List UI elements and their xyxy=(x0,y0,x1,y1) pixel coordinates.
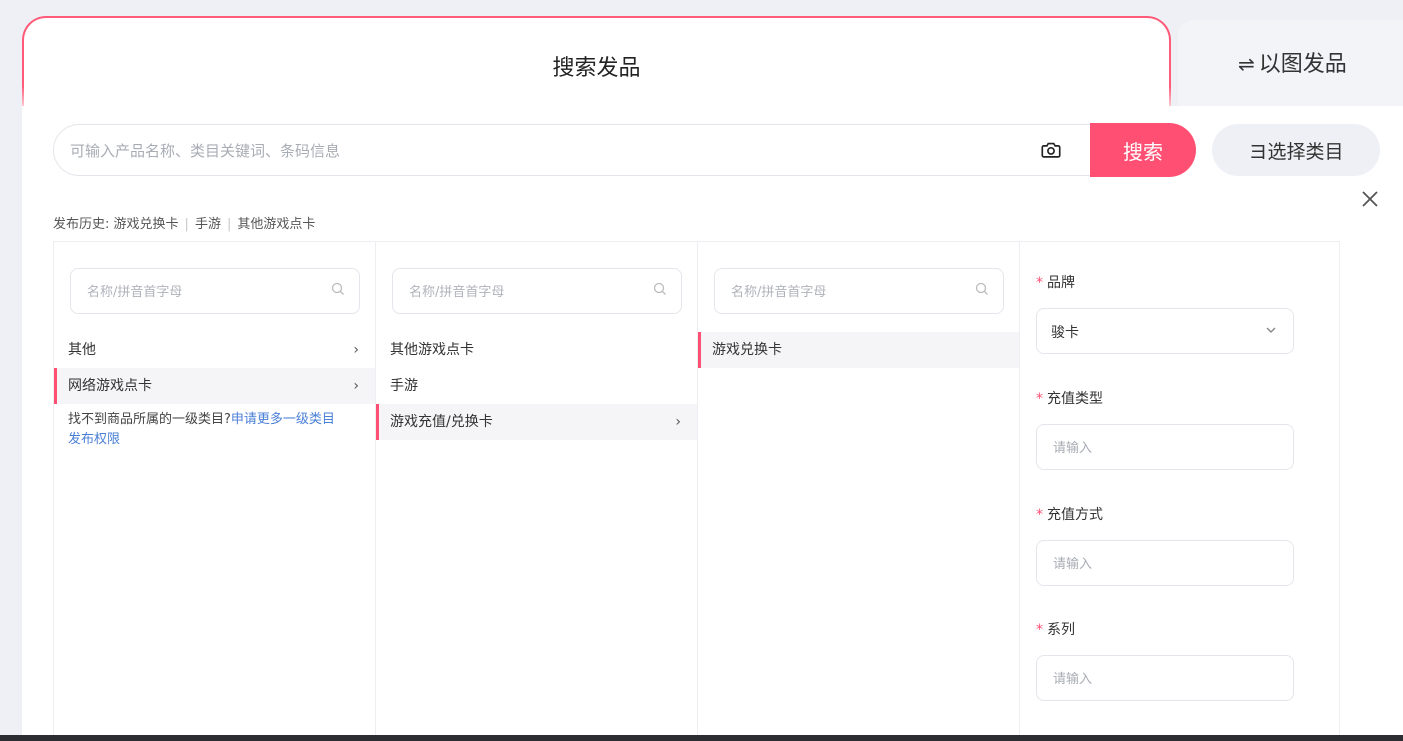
recharge-method-input[interactable] xyxy=(1051,541,1275,587)
publish-history: 发布历史: 游戏兑换卡 | 手游 | 其他游戏点卡 xyxy=(53,217,316,232)
bottom-bar xyxy=(0,735,1403,741)
tab-search-publish[interactable]: 搜索发品 xyxy=(22,16,1171,116)
search-button[interactable]: 搜索 xyxy=(1090,123,1196,177)
attribute-form: *品牌 骏卡 *充值类型 *充值方式 *系列 xyxy=(1020,242,1340,736)
category-columns: 其他› 网络游戏点卡› 找不到商品所属的一级类目?申请更多一级类目发布权限 其他… xyxy=(53,241,1340,736)
recharge-type-label: * 充值类型 xyxy=(1036,391,1103,407)
recharge-method-field xyxy=(1036,540,1294,587)
category-list-icon: ヨ xyxy=(1248,140,1268,163)
swap-icon: ⇌ xyxy=(1238,52,1255,76)
chevron-right-icon: › xyxy=(353,342,359,358)
column-search-box xyxy=(70,268,360,315)
category-item[interactable]: 其他 › xyxy=(54,332,375,368)
search-input[interactable] xyxy=(68,125,1012,177)
series-field xyxy=(1036,655,1294,702)
category-item[interactable]: 网络游戏点卡 › xyxy=(54,368,375,404)
history-item[interactable]: 游戏兑换卡 xyxy=(114,217,179,232)
tab-search-publish-label: 搜索发品 xyxy=(552,56,641,81)
column-search-box xyxy=(392,268,682,315)
brand-select[interactable]: 骏卡 xyxy=(1036,308,1294,354)
history-item[interactable]: 其他游戏点卡 xyxy=(237,217,315,232)
recharge-type-field xyxy=(1036,424,1294,471)
chevron-right-icon: › xyxy=(353,378,359,394)
category-hint: 找不到商品所属的一级类目?申请更多一级类目发布权限 xyxy=(68,412,335,447)
tab-image-publish[interactable]: ⇌ 以图发品 xyxy=(1178,20,1403,106)
tab-image-publish-label: 以图发品 xyxy=(1258,52,1347,77)
column-search-input[interactable] xyxy=(407,269,651,315)
category-list: 其他 › 网络游戏点卡 › 找不到商品所属的一级类目?申请更多一级类目发布权限 xyxy=(54,332,375,456)
category-list: 游戏兑换卡 xyxy=(698,332,1019,368)
category-column-2: 其他游戏点卡 手游 游戏充值/兑换卡› xyxy=(376,242,698,736)
series-input[interactable] xyxy=(1051,656,1275,702)
column-search-box xyxy=(714,268,1004,315)
brand-label: * 品牌 xyxy=(1036,275,1075,291)
category-column-1: 其他› 网络游戏点卡› 找不到商品所属的一级类目?申请更多一级类目发布权限 xyxy=(54,242,376,736)
category-item[interactable]: 游戏兑换卡 xyxy=(698,332,1019,368)
search-box xyxy=(53,124,1153,177)
camera-icon[interactable] xyxy=(1040,139,1062,161)
column-search-input[interactable] xyxy=(729,269,973,315)
category-item[interactable]: 其他游戏点卡 xyxy=(376,332,697,368)
close-icon[interactable] xyxy=(1361,190,1379,208)
category-item[interactable]: 手游 xyxy=(376,368,697,404)
category-list: 其他游戏点卡 手游 游戏充值/兑换卡 › xyxy=(376,332,697,440)
search-icon xyxy=(653,282,666,295)
chevron-down-icon xyxy=(1266,327,1276,333)
brand-value: 骏卡 xyxy=(1051,325,1079,341)
category-column-3: 游戏兑换卡 xyxy=(698,242,1020,736)
chevron-right-icon: › xyxy=(675,414,681,430)
recharge-method-label: * 充值方式 xyxy=(1036,507,1103,523)
series-label: * 系列 xyxy=(1036,622,1075,638)
select-category-button[interactable]: ヨ选择类目 xyxy=(1212,124,1380,176)
search-icon xyxy=(331,282,344,295)
category-item[interactable]: 游戏充值/兑换卡 › xyxy=(376,404,697,440)
recharge-type-input[interactable] xyxy=(1051,425,1275,471)
history-label: 发布历史: xyxy=(53,217,110,232)
search-icon xyxy=(975,282,988,295)
column-search-input[interactable] xyxy=(85,269,329,315)
select-category-label: 选择类目 xyxy=(1267,140,1344,163)
history-item[interactable]: 手游 xyxy=(195,217,221,232)
